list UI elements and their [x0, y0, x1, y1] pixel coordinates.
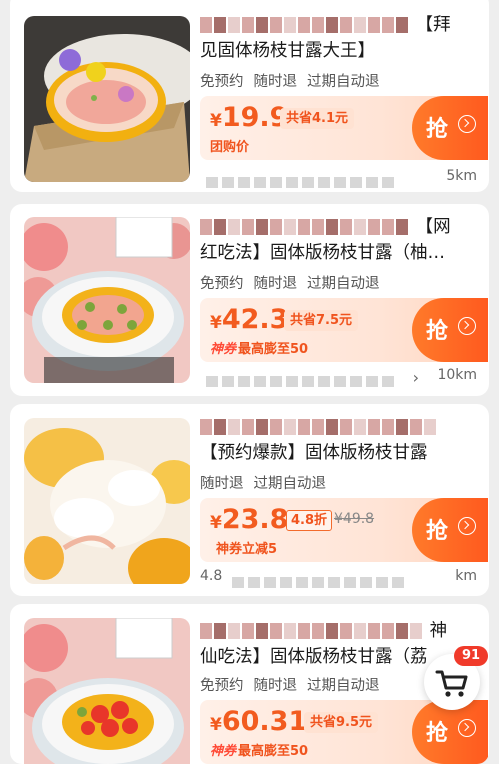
deal-price: ¥42.3: [210, 304, 288, 335]
original-price: ¥49.8: [334, 511, 375, 527]
title-fragment: 【网: [415, 217, 451, 237]
price-value: 19.9: [221, 102, 289, 133]
tag-label: 免预约: [200, 678, 244, 694]
blurred-text: [206, 173, 398, 192]
title-line: 仙吃法】固体版杨枝甘露（荔: [200, 647, 428, 667]
distance: km: [455, 568, 477, 584]
subtext-label: 最高膨至50: [238, 744, 309, 759]
blurred-text: [200, 414, 438, 440]
product-title[interactable]: 【网 红吃法】固体版杨枝甘露（柚…: [200, 214, 475, 266]
grab-label: 抢: [426, 721, 449, 746]
distance-prefix: 4.8: [200, 568, 223, 584]
coupon-tag: 神券: [210, 744, 237, 759]
grab-label: 抢: [426, 519, 449, 544]
dessert-photo: [24, 618, 190, 764]
blurred-text: [232, 573, 408, 592]
product-image[interactable]: [24, 418, 190, 584]
grab-button[interactable]: 抢: [412, 96, 488, 160]
chevron-right-icon: [458, 719, 476, 737]
service-tags: 免预约 随时退 过期自动退: [200, 272, 390, 293]
currency-symbol: ¥: [210, 111, 222, 131]
price-box[interactable]: ¥23.8 4.8折 ¥49.8 神券立减5 抢: [200, 498, 488, 562]
tag-label: 免预约: [200, 74, 244, 90]
subtext-label: 神券立减5: [216, 542, 278, 557]
product-image[interactable]: [24, 16, 190, 182]
product-card[interactable]: 【预约爆款】固体版杨枝甘露 随时退 过期自动退 ¥23.8 4.8折 ¥49.8 …: [10, 404, 489, 596]
tag-label: 随时退: [200, 476, 244, 492]
service-tags: 随时退 过期自动退: [200, 472, 336, 493]
tag-label: 随时退: [253, 74, 298, 90]
dessert-photo: [24, 217, 190, 383]
title-line: 【预约爆款】固体版杨枝甘露: [200, 443, 428, 463]
store-info[interactable]: 5km: [200, 168, 477, 188]
dessert-photo: [24, 16, 190, 182]
grab-button[interactable]: 抢: [412, 498, 488, 562]
blurred-text: [206, 372, 398, 391]
grab-label: 抢: [426, 117, 449, 142]
tag-label: 随时退: [253, 276, 298, 292]
savings-badge: 共省4.1元: [280, 108, 355, 129]
price-subtext: 团购价: [210, 136, 249, 155]
grab-button[interactable]: 抢: [412, 298, 488, 362]
price-box[interactable]: ¥19.9 共省4.1元 团购价 抢: [200, 96, 488, 160]
price-value: 42.3: [221, 304, 289, 335]
product-image[interactable]: [24, 217, 190, 383]
savings-badge: 共省7.5元: [284, 310, 359, 331]
chevron-right-icon: [458, 517, 476, 535]
product-card[interactable]: 神 仙吃法】固体版杨枝甘露（荔 免预约 随时退 过期自动退 ¥60.31 共省9.5…: [10, 604, 489, 764]
price-subtext: 神券立减5: [216, 538, 277, 557]
store-info[interactable]: 4.8 km: [200, 568, 477, 588]
title-line: 见固体杨枝甘露大王】: [200, 41, 375, 61]
dessert-photo: [24, 418, 190, 584]
product-card[interactable]: 【网 红吃法】固体版杨枝甘露（柚… 免预约 随时退 过期自动退 ¥42.3 共省7.…: [10, 204, 489, 396]
distance: 10km: [437, 367, 477, 383]
tag-label: 免预约: [200, 276, 244, 292]
service-tags: 免预约 随时退 过期自动退: [200, 674, 390, 695]
currency-symbol: ¥: [210, 313, 222, 333]
price-value: 23.8: [221, 504, 289, 535]
tag-label: 过期自动退: [307, 678, 380, 694]
title-fragment: 神: [429, 621, 448, 641]
title-fragment: 【拜: [415, 15, 451, 35]
subtext-label: 团购价: [210, 140, 250, 155]
price-subtext: 神券 最高膨至50: [210, 338, 308, 357]
currency-symbol: ¥: [210, 513, 222, 533]
tag-label: 随时退: [253, 678, 298, 694]
chevron-right-icon: [458, 115, 476, 133]
coupon-tag: 神券: [210, 342, 237, 357]
product-card[interactable]: 【拜 见固体杨枝甘露大王】 免预约 随时退 过期自动退 ¥19.9 共省4.1元 团…: [10, 0, 489, 192]
tag-label: 过期自动退: [307, 74, 380, 90]
product-image[interactable]: [24, 618, 190, 764]
product-title[interactable]: 【拜 见固体杨枝甘露大王】: [200, 12, 475, 64]
product-title[interactable]: 【预约爆款】固体版杨枝甘露: [200, 414, 475, 466]
price-value: 60.31: [221, 706, 308, 737]
distance: 5km: [446, 168, 477, 184]
deal-price: ¥23.8: [210, 504, 288, 535]
tag-label: 过期自动退: [307, 276, 380, 292]
cart-count-badge: 91: [454, 646, 488, 666]
price-box[interactable]: ¥42.3 共省7.5元 神券 最高膨至50 抢: [200, 298, 488, 362]
service-tags: 免预约 随时退 过期自动退: [200, 70, 390, 91]
discount-badge: 4.8折: [286, 510, 333, 531]
tag-label: 过期自动退: [253, 476, 327, 492]
deal-price: ¥19.9: [210, 102, 288, 133]
subtext-label: 最高膨至50: [238, 342, 309, 357]
chevron-right-icon: [458, 317, 476, 335]
currency-symbol: ¥: [210, 715, 222, 735]
title-line: 红吃法】固体版杨枝甘露（柚…: [200, 243, 445, 263]
blurred-text: [200, 214, 410, 240]
blurred-text: [200, 618, 424, 644]
deal-price: ¥60.31: [210, 706, 307, 737]
blurred-text: [200, 12, 410, 38]
savings-badge: 共省9.5元: [304, 712, 379, 733]
chevron-right-icon: ›: [412, 368, 419, 387]
grab-label: 抢: [426, 319, 449, 344]
store-info[interactable]: › 10km: [200, 367, 477, 387]
